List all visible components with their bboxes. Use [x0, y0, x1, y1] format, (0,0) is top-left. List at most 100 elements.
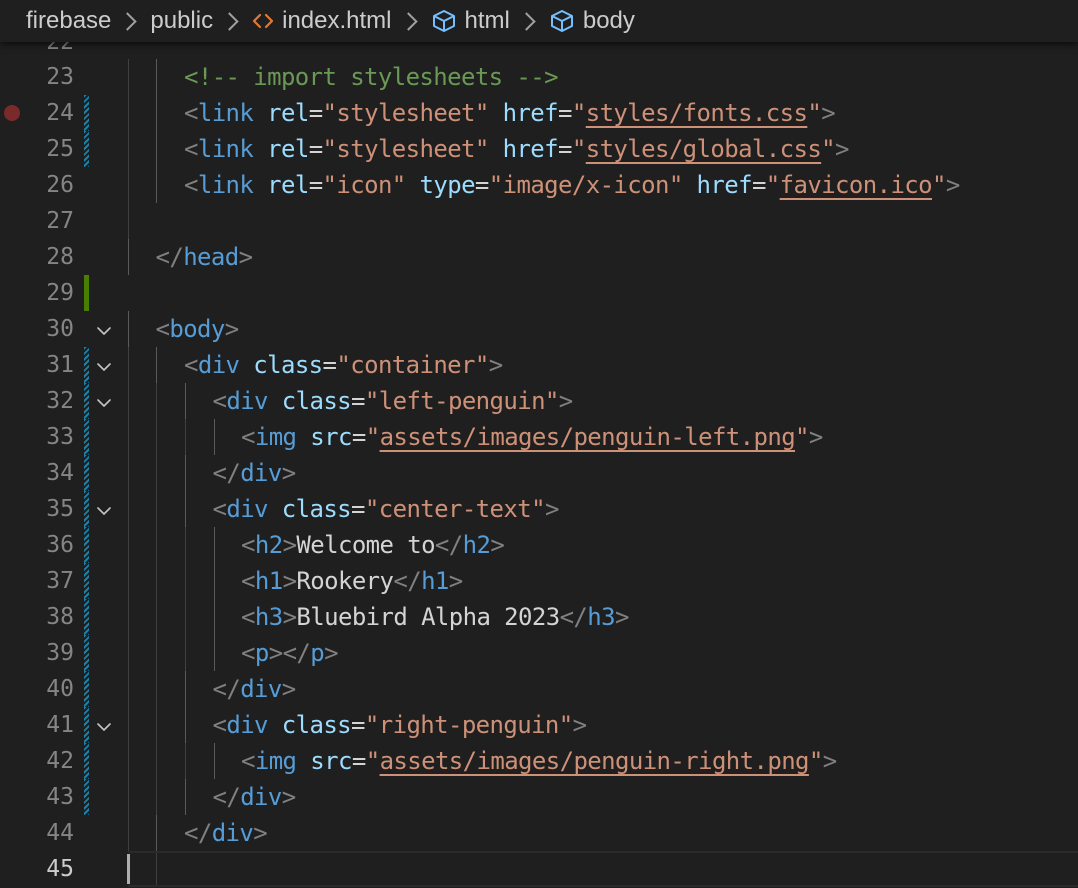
diff-modified-marker[interactable]: [84, 743, 89, 779]
code-line[interactable]: 31 <div class="container">: [0, 347, 1078, 383]
diff-modified-marker[interactable]: [84, 419, 89, 455]
indent-guide: [128, 743, 129, 779]
code-line[interactable]: 29: [0, 275, 1078, 311]
code-token-eq: =: [308, 99, 323, 127]
indent-guide: [185, 707, 186, 743]
code-text[interactable]: </div>: [213, 779, 297, 815]
code-text[interactable]: </div>: [184, 815, 268, 851]
code-text[interactable]: <h1>Rookery</h1>: [241, 563, 463, 599]
code-line[interactable]: 44 </div>: [0, 815, 1078, 851]
code-line[interactable]: 26 <link rel="icon" type="image/x-icon" h…: [0, 167, 1078, 203]
code-line[interactable]: 24 <link rel="stylesheet" href="styles/fo…: [0, 95, 1078, 131]
code-text[interactable]: <div class="left-penguin">: [213, 383, 574, 419]
diff-modified-marker[interactable]: [84, 635, 89, 671]
code-token-punc: <: [241, 531, 255, 559]
code-token-link[interactable]: favicon.ico: [780, 171, 933, 199]
code-line[interactable]: 43 </div>: [0, 779, 1078, 815]
code-line[interactable]: 35 <div class="center-text">: [0, 491, 1078, 527]
code-text[interactable]: <h3>Bluebird Alpha 2023</h3>: [241, 599, 629, 635]
diff-modified-marker[interactable]: [84, 563, 89, 599]
indent-guide: [128, 779, 129, 815]
diff-modified-marker[interactable]: [84, 599, 89, 635]
diff-modified-marker[interactable]: [84, 671, 89, 707]
code-text[interactable]: <p></p>: [241, 635, 339, 671]
code-text[interactable]: </head>: [156, 239, 254, 275]
code-token-str: "stylesheet": [322, 135, 490, 163]
code-line[interactable]: 32 <div class="left-penguin">: [0, 383, 1078, 419]
code-line[interactable]: 45: [0, 851, 1078, 887]
code-text[interactable]: <img src="assets/images/penguin-right.pn…: [241, 743, 837, 779]
line-number: 33: [46, 424, 74, 450]
code-token-punc: <: [241, 423, 255, 451]
code-text[interactable]: </div>: [212, 671, 297, 707]
code-line[interactable]: 42 <img src="assets/images/penguin-right.…: [0, 743, 1078, 779]
code-token-link[interactable]: assets/images/penguin-left.png: [380, 423, 796, 451]
code-token-link[interactable]: styles/global.css: [586, 135, 822, 163]
code-line[interactable]: 23 <!-- import stylesheets -->: [0, 59, 1078, 95]
indent-guide: [156, 491, 157, 527]
code-text[interactable]: <body>: [156, 311, 240, 347]
code-token-str: ": [765, 171, 780, 199]
diff-modified-marker[interactable]: [84, 779, 89, 815]
code-line[interactable]: 27: [0, 203, 1078, 239]
chevron-down-icon[interactable]: [96, 718, 112, 731]
code-line[interactable]: 28 </head>: [0, 239, 1078, 275]
code-editor[interactable]: 22 23 <!-- import stylesheets --> 24 <link …: [0, 0, 1078, 888]
chevron-down-icon[interactable]: [96, 394, 112, 407]
diff-modified-marker[interactable]: [84, 347, 89, 383]
code-token-punc: >: [281, 783, 296, 811]
diff-modified-marker[interactable]: [84, 383, 89, 419]
indent-guide: [156, 779, 157, 815]
breadcrumb-item-html[interactable]: html: [431, 7, 510, 35]
code-line[interactable]: 37 <h1>Rookery</h1>: [0, 563, 1078, 599]
code-token-punc: >: [224, 315, 239, 343]
code-line[interactable]: 34 </div>: [0, 455, 1078, 491]
code-text[interactable]: <div class="container">: [184, 347, 503, 383]
code-text[interactable]: <link rel="stylesheet" href="styles/font…: [184, 95, 836, 131]
code-token-punc: </: [212, 675, 241, 703]
code-line[interactable]: 40 </div>: [0, 671, 1078, 707]
breadcrumb-item-index-html[interactable]: index.html: [252, 7, 392, 35]
code-token-str: ": [571, 135, 586, 163]
code-text[interactable]: <div class="center-text">: [213, 491, 560, 527]
chevron-down-icon[interactable]: [96, 358, 112, 371]
code-line[interactable]: 39 <p></p>: [0, 635, 1078, 671]
code-line[interactable]: 33 <img src="assets/images/penguin-left.p…: [0, 419, 1078, 455]
indent-guide: [128, 563, 129, 599]
diff-added-marker[interactable]: [84, 275, 89, 311]
code-text[interactable]: <link rel="icon" type="image/x-icon" hre…: [184, 167, 960, 203]
code-token-tag: p: [310, 639, 325, 667]
code-token-link[interactable]: assets/images/penguin-right.png: [380, 747, 810, 775]
diff-modified-marker[interactable]: [84, 131, 89, 167]
code-token-eq: =: [558, 135, 572, 163]
diff-modified-marker[interactable]: [84, 491, 89, 527]
code-line[interactable]: 36 <h2>Welcome to</h2>: [0, 527, 1078, 563]
chevron-right-icon: [220, 11, 239, 31]
line-number: 44: [46, 820, 74, 846]
chevron-down-icon[interactable]: [96, 322, 112, 335]
diff-modified-marker[interactable]: [84, 455, 89, 491]
code-text[interactable]: <div class="right-penguin">: [213, 707, 588, 743]
code-text[interactable]: <h2>Welcome to</h2>: [241, 527, 505, 563]
code-token-link[interactable]: styles/fonts.css: [586, 99, 808, 127]
breadcrumb-item-public[interactable]: public: [150, 7, 213, 35]
code-text[interactable]: </div>: [213, 455, 297, 491]
code-text[interactable]: <img src="assets/images/penguin-left.png…: [241, 419, 823, 455]
code-text[interactable]: <link rel="stylesheet" href="styles/glob…: [184, 131, 849, 167]
code-token-tag: div: [226, 387, 268, 415]
code-line[interactable]: 30 <body>: [0, 311, 1078, 347]
indent-guide: [156, 383, 157, 419]
code-line[interactable]: 41 <div class="right-penguin">: [0, 707, 1078, 743]
breadcrumb-item-body[interactable]: body: [549, 7, 635, 35]
code-token-attr: src: [310, 423, 352, 451]
code-line[interactable]: 38 <h3>Bluebird Alpha 2023</h3>: [0, 599, 1078, 635]
code-text[interactable]: <!-- import stylesheets -->: [184, 59, 559, 95]
diff-modified-marker[interactable]: [84, 527, 89, 563]
code-line[interactable]: 25 <link rel="stylesheet" href="styles/gl…: [0, 131, 1078, 167]
diff-modified-marker[interactable]: [84, 95, 89, 131]
chevron-down-icon[interactable]: [96, 502, 112, 515]
breadcrumb-item-firebase[interactable]: firebase: [26, 7, 111, 35]
diff-modified-marker[interactable]: [84, 707, 89, 743]
